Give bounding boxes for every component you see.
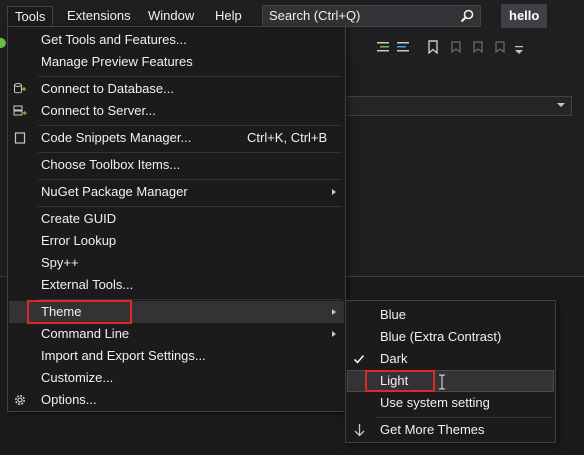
bookmark-prev-icon[interactable] — [448, 40, 462, 54]
submenu-arrow-icon — [332, 189, 336, 195]
theme-item-label: Use system setting — [380, 395, 490, 410]
bookmark-icon[interactable] — [426, 40, 440, 54]
run-indicator — [0, 38, 6, 48]
theme-item-label: Dark — [380, 351, 408, 366]
menu-separator — [38, 179, 342, 180]
menu-item-label: Import and Export Settings... — [41, 348, 206, 363]
menu-item-create-guid[interactable]: Create GUID — [9, 208, 344, 230]
menu-tools[interactable]: Tools — [7, 6, 54, 27]
tools-menu: Get Tools and Features... Manage Preview… — [7, 26, 346, 412]
database-connect-icon — [14, 83, 26, 94]
gear-icon — [15, 395, 25, 405]
menu-item-code-snippets[interactable]: Code Snippets Manager... Ctrl+K, Ctrl+B — [9, 127, 344, 149]
menu-item-label: External Tools... — [41, 277, 134, 292]
theme-item-label: Blue — [380, 307, 407, 322]
theme-item-label: Blue (Extra Contrast) — [380, 329, 502, 344]
menu-item-external-tools[interactable]: External Tools... — [9, 274, 344, 296]
menu-item-label: Create GUID — [41, 211, 117, 226]
menu-extensions[interactable]: Extensions — [60, 6, 138, 26]
member-dropdown[interactable] — [340, 96, 572, 116]
light-highlight-box — [365, 370, 435, 392]
menu-item-import-export[interactable]: Import and Export Settings... — [9, 345, 344, 367]
menu-item-command-line[interactable]: Command Line — [9, 323, 344, 345]
format-indent-icon[interactable] — [376, 40, 390, 54]
menu-item-shortcut: Ctrl+K, Ctrl+B — [247, 130, 328, 145]
menu-item-label: Manage Preview Features — [41, 54, 193, 69]
menu-separator — [376, 417, 552, 418]
menu-item-label: Get Tools and Features... — [41, 32, 187, 47]
submenu-arrow-icon — [332, 331, 336, 337]
menu-separator — [38, 206, 342, 207]
toolbar-overflow-icon[interactable] — [512, 44, 526, 58]
menu-item-preview-features[interactable]: Manage Preview Features — [9, 51, 344, 73]
snippet-icon — [14, 132, 26, 144]
search-placeholder: Search (Ctrl+Q) — [269, 8, 361, 23]
solution-name-badge[interactable]: hello — [501, 4, 548, 28]
submenu-arrow-icon — [332, 309, 336, 315]
bookmark-next-icon[interactable] — [470, 40, 484, 54]
menu-item-get-tools[interactable]: Get Tools and Features... — [9, 29, 344, 51]
chevron-down-icon — [557, 103, 565, 107]
download-icon — [354, 424, 365, 437]
format-outdent-icon[interactable] — [396, 40, 410, 54]
menu-item-customize[interactable]: Customize... — [9, 367, 344, 389]
menu-item-label: NuGet Package Manager — [41, 184, 188, 199]
menu-item-toolbox-items[interactable]: Choose Toolbox Items... — [9, 154, 344, 176]
menu-item-label: Customize... — [41, 370, 114, 385]
menu-item-label: Code Snippets Manager... — [41, 130, 192, 145]
menu-item-label: Choose Toolbox Items... — [41, 157, 181, 172]
search-icon[interactable] — [460, 9, 474, 23]
theme-item-get-more[interactable]: Get More Themes — [347, 419, 554, 441]
menu-help[interactable]: Help — [208, 6, 249, 26]
menu-item-label: Spy++ — [41, 255, 79, 270]
theme-item-dark[interactable]: Dark — [347, 348, 554, 370]
menu-item-error-lookup[interactable]: Error Lookup — [9, 230, 344, 252]
menu-item-options[interactable]: Options... — [9, 389, 344, 411]
search-input[interactable]: Search (Ctrl+Q) — [262, 5, 481, 27]
theme-item-blue[interactable]: Blue — [347, 304, 554, 326]
menu-item-label: Error Lookup — [41, 233, 117, 248]
menu-item-nuget[interactable]: NuGet Package Manager — [9, 181, 344, 203]
toolbar — [340, 32, 584, 62]
text-cursor-icon — [439, 374, 445, 390]
server-connect-icon — [13, 105, 27, 116]
menu-separator — [38, 76, 342, 77]
bookmark-clear-icon[interactable] — [492, 40, 506, 54]
menu-separator — [38, 152, 342, 153]
menu-item-label: Connect to Server... — [41, 103, 156, 118]
checkmark-icon — [353, 354, 365, 364]
menu-item-label: Command Line — [41, 326, 130, 341]
theme-highlight-box — [27, 300, 132, 324]
menu-separator — [38, 125, 342, 126]
menu-item-label: Connect to Database... — [41, 81, 174, 96]
menu-item-spy[interactable]: Spy++ — [9, 252, 344, 274]
menu-item-connect-server[interactable]: Connect to Server... — [9, 100, 344, 122]
theme-item-label: Get More Themes — [380, 422, 485, 437]
theme-item-blue-extra-contrast[interactable]: Blue (Extra Contrast) — [347, 326, 554, 348]
theme-item-system[interactable]: Use system setting — [347, 392, 554, 414]
menu-item-connect-database[interactable]: Connect to Database... — [9, 78, 344, 100]
menu-window[interactable]: Window — [141, 6, 201, 26]
menu-item-label: Options... — [41, 392, 97, 407]
